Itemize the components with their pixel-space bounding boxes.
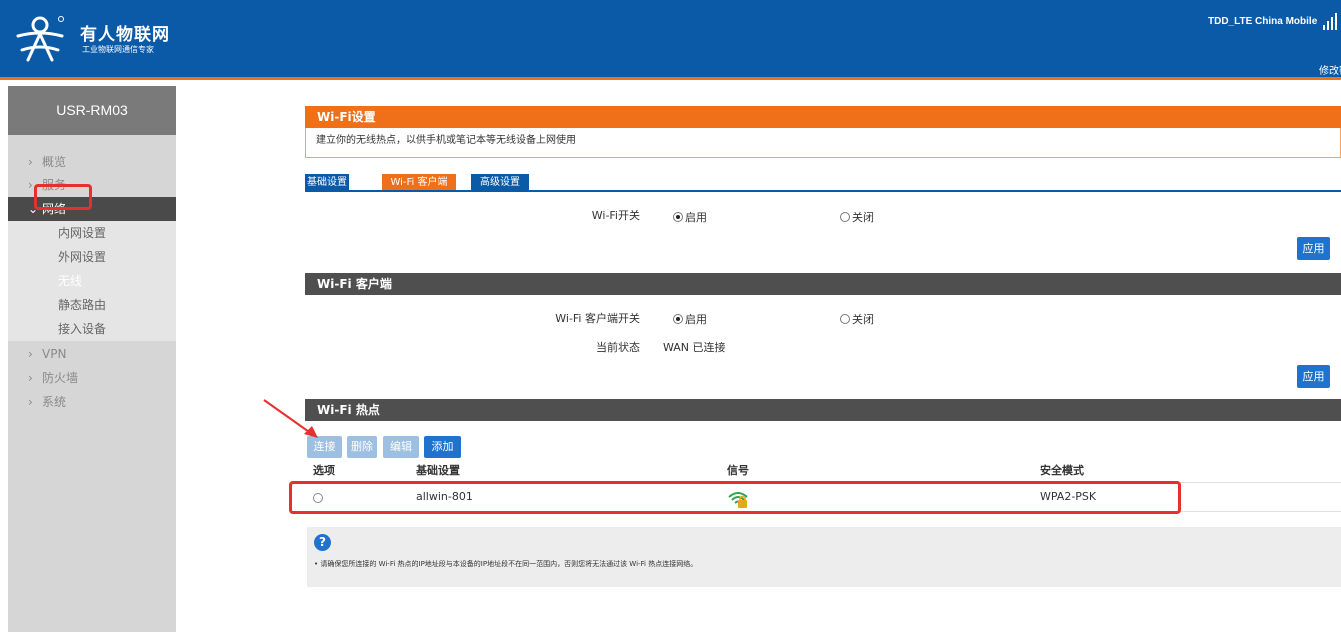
column-header-option: 选项 bbox=[313, 464, 335, 477]
delete-button[interactable]: 删除 bbox=[347, 436, 377, 458]
chevron-right-icon: › bbox=[28, 178, 33, 192]
sidebar-subitem-wireless[interactable]: 无线 bbox=[8, 269, 176, 293]
sidebar-subitem-label: 无线 bbox=[58, 274, 83, 288]
current-state-label: 当前状态 bbox=[596, 341, 640, 354]
brand-slogan: 工业物联网通信专家 bbox=[82, 45, 154, 54]
option-label: 关闭 bbox=[852, 211, 874, 224]
radio-checked-icon[interactable] bbox=[673, 212, 683, 222]
option-label: 启用 bbox=[685, 211, 707, 224]
top-header: 有人物联网 工业物联网通信专家 TDD_LTE China Mobile 修改密… bbox=[0, 0, 1341, 80]
add-button[interactable]: 添加 bbox=[424, 436, 461, 458]
column-header-security: 安全模式 bbox=[1040, 464, 1084, 477]
sidebar-item-overview[interactable]: › 概览 bbox=[8, 150, 176, 174]
sidebar-subitem-lan[interactable]: 内网设置 bbox=[8, 221, 176, 245]
sidebar-item-vpn[interactable]: › VPN bbox=[8, 342, 176, 366]
sidebar-item-label: VPN bbox=[42, 347, 67, 361]
sidebar-subitem-label: 静态路由 bbox=[58, 298, 107, 312]
sidebar-subitem-wan[interactable]: 外网设置 bbox=[8, 245, 176, 269]
wifi-switch-label: Wi-Fi开关 bbox=[591, 209, 640, 222]
wifi-client-header: Wi-Fi 客户端 bbox=[305, 273, 1341, 295]
wifi-client-apply-button[interactable]: 应用 bbox=[1297, 365, 1330, 388]
sidebar-item-label: 防火墙 bbox=[42, 371, 79, 385]
sidebar: USR-RM03 › 概览 › 服务 ⌄ 网络 内网设置 外网设置 无线 静态路… bbox=[8, 86, 176, 632]
edit-button[interactable]: 编辑 bbox=[383, 436, 419, 458]
wifi-hotspot-header: Wi-Fi 热点 bbox=[305, 399, 1341, 421]
column-header-basic: 基础设置 bbox=[416, 464, 460, 477]
sidebar-item-system[interactable]: › 系统 bbox=[8, 390, 176, 414]
radio-checked-icon[interactable] bbox=[673, 314, 683, 324]
sidebar-subitem-label: 内网设置 bbox=[58, 226, 107, 240]
wifi-settings-description: 建立你的无线热点，以供手机或笔记本等无线设备上网使用 bbox=[305, 128, 1341, 158]
help-icon: ? bbox=[314, 534, 331, 551]
highlight-box-row bbox=[289, 481, 1181, 514]
option-label: 关闭 bbox=[852, 313, 874, 326]
modify-password-link[interactable]: 修改密码 bbox=[1319, 62, 1341, 77]
chevron-right-icon: › bbox=[28, 347, 33, 361]
wifi-client-switch-on[interactable]: 启用 bbox=[673, 311, 707, 327]
note-text: • 请确保您所连接的 Wi-Fi 热点的IP地址段与本设备的IP地址段不在同一范… bbox=[314, 560, 698, 568]
note-box bbox=[307, 527, 1341, 587]
current-state-value: WAN 已连接 bbox=[663, 341, 726, 354]
sidebar-subitem-static-route[interactable]: 静态路由 bbox=[8, 293, 176, 317]
wifi-switch-off[interactable]: 关闭 bbox=[840, 209, 874, 225]
brand-name: 有人物联网 bbox=[80, 25, 170, 45]
chevron-right-icon: › bbox=[28, 395, 33, 409]
radio-unchecked-icon[interactable] bbox=[840, 314, 850, 324]
highlight-box-wireless bbox=[34, 184, 92, 210]
annotation-arrow-icon bbox=[263, 399, 318, 438]
sidebar-subitem-label: 接入设备 bbox=[58, 322, 107, 336]
radio-unchecked-icon[interactable] bbox=[840, 212, 850, 222]
device-name: USR-RM03 bbox=[8, 86, 176, 135]
wifi-settings-header: Wi-Fi设置 bbox=[305, 106, 1341, 128]
network-status: TDD_LTE China Mobile bbox=[1208, 16, 1318, 27]
wifi-client-switch-label: Wi-Fi 客户端开关 bbox=[555, 312, 640, 325]
chevron-right-icon: › bbox=[28, 371, 33, 385]
wifi-client-switch-off[interactable]: 关闭 bbox=[840, 311, 874, 327]
option-label: 启用 bbox=[685, 313, 707, 326]
wifi-switch-on[interactable]: 启用 bbox=[673, 209, 707, 225]
column-header-signal: 信号 bbox=[727, 464, 749, 477]
sidebar-subitem-devices[interactable]: 接入设备 bbox=[8, 317, 176, 341]
chevron-right-icon: › bbox=[28, 155, 33, 169]
logo-icon bbox=[16, 16, 64, 62]
sidebar-item-firewall[interactable]: › 防火墙 bbox=[8, 366, 176, 390]
sidebar-item-label: 系统 bbox=[42, 395, 67, 409]
sidebar-item-label: 概览 bbox=[42, 155, 67, 169]
signal-strength-icon bbox=[1323, 13, 1337, 30]
sidebar-subitem-label: 外网设置 bbox=[58, 250, 107, 264]
tab-underline bbox=[305, 190, 1341, 192]
wifi-settings-apply-button[interactable]: 应用 bbox=[1297, 237, 1330, 260]
